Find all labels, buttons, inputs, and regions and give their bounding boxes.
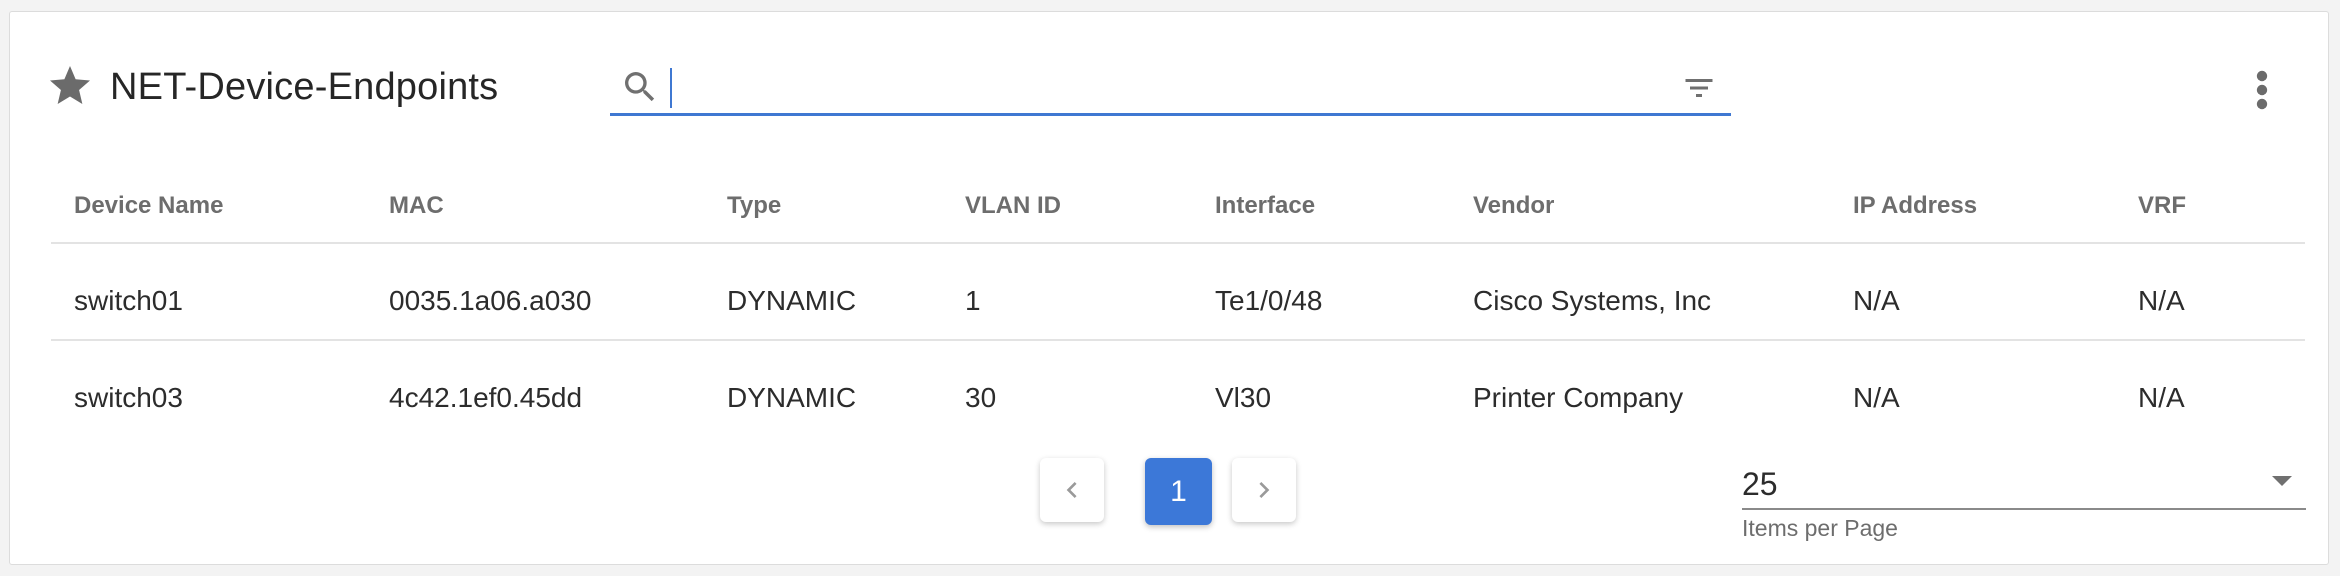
next-page-button[interactable] <box>1232 458 1296 522</box>
cell-vrf: N/A <box>2138 382 2185 413</box>
search-bar[interactable] <box>610 60 1731 116</box>
cell-vendor: Cisco Systems, Inc <box>1473 285 1712 316</box>
items-per-page-value: 25 <box>1742 466 1778 502</box>
cell-type: DYNAMIC <box>727 382 857 413</box>
cell-vlan-id: 1 <box>965 285 981 316</box>
cell-vrf: N/A <box>2138 285 2185 316</box>
cell-ip-address: N/A <box>1853 382 1900 413</box>
filter-icon[interactable] <box>1679 70 1719 106</box>
page-button-current[interactable]: 1 <box>1145 458 1212 525</box>
column-header-device-name[interactable]: Device Name <box>74 192 223 220</box>
row-divider <box>51 339 2305 341</box>
column-header-vendor[interactable]: Vendor <box>1473 192 1554 220</box>
star-icon[interactable] <box>46 62 94 110</box>
cell-device-name: switch03 <box>74 382 183 413</box>
cell-device-name: switch01 <box>74 285 183 316</box>
search-icon <box>625 72 655 102</box>
cell-vlan-id: 30 <box>965 382 997 413</box>
cell-mac: 4c42.1ef0.45dd <box>389 382 583 413</box>
cell-interface: Vl30 <box>1215 382 1272 413</box>
column-header-mac[interactable]: MAC <box>389 192 444 220</box>
chevron-right-icon <box>1259 482 1270 498</box>
column-header-vlan-id[interactable]: VLAN ID <box>965 192 1061 220</box>
column-header-vrf[interactable]: VRF <box>2138 192 2186 220</box>
page-title: NET-Device-Endpoints <box>110 66 499 108</box>
column-header-ip-address[interactable]: IP Address <box>1853 192 1977 220</box>
endpoints-card: NET-Device-Endpoints Device Name MAC Typ… <box>9 11 2329 565</box>
cell-type: DYNAMIC <box>727 285 857 316</box>
column-header-type[interactable]: Type <box>727 192 781 220</box>
dropdown-arrow-icon <box>2272 476 2292 486</box>
column-header-interface[interactable]: Interface <box>1215 192 1315 220</box>
cell-mac: 0035.1a06.a030 <box>389 285 592 316</box>
items-per-page-label: Items per Page <box>1742 515 1898 541</box>
search-input[interactable] <box>670 68 1678 108</box>
prev-page-button[interactable] <box>1040 458 1104 522</box>
more-vert-icon[interactable] <box>2250 66 2274 114</box>
chevron-left-icon <box>1066 482 1077 498</box>
cell-ip-address: N/A <box>1853 285 1900 316</box>
cell-interface: Te1/0/48 <box>1215 285 1323 316</box>
items-per-page-select[interactable]: 25 <box>1742 460 2306 510</box>
cell-vendor: Printer Company <box>1473 382 1684 413</box>
header-divider <box>51 242 2305 244</box>
